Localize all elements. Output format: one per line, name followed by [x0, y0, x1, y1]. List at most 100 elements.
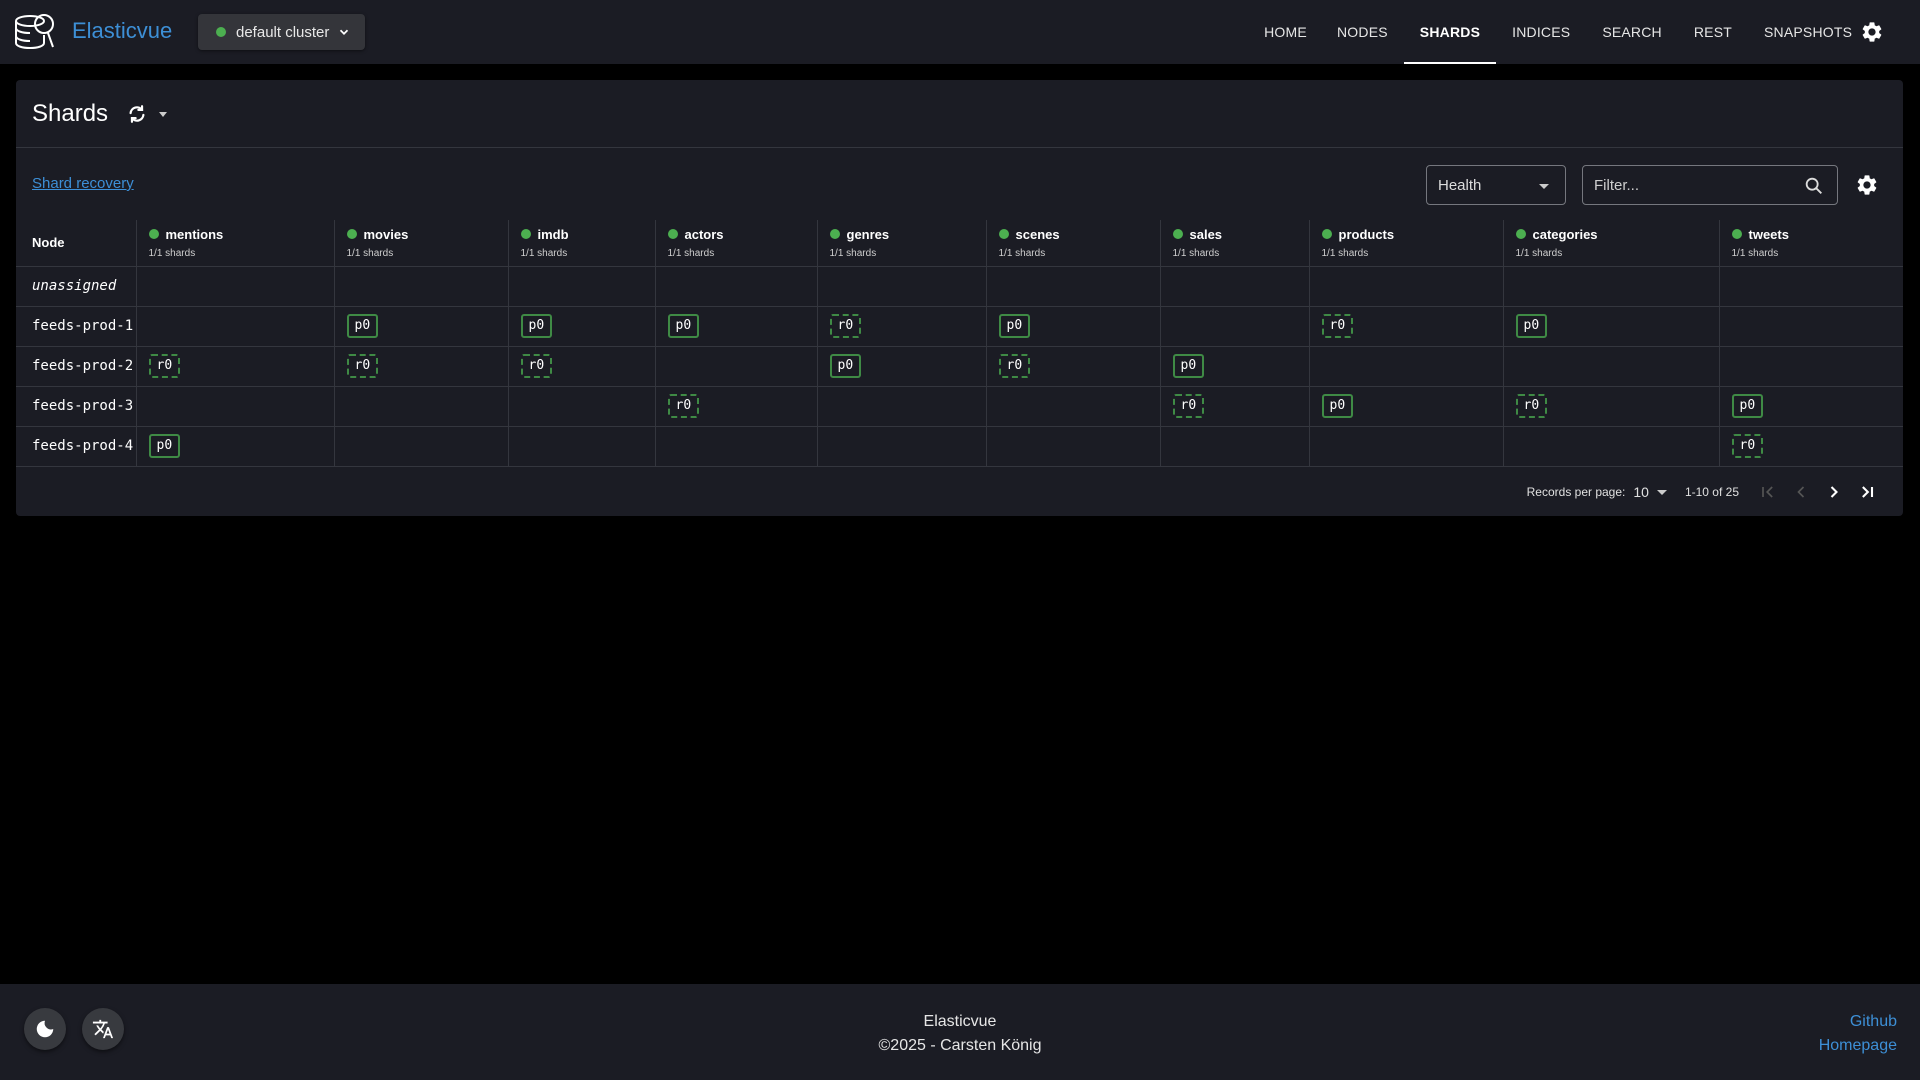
primary-shard-badge[interactable]: p0	[1321, 394, 1354, 418]
index-shard-count: 1/1 shards	[998, 247, 1046, 259]
primary-shard-badge[interactable]: p0	[829, 354, 862, 378]
records-per-page-value: 10	[1633, 484, 1649, 500]
health-select[interactable]: Health	[1426, 165, 1566, 205]
shard-cell	[334, 426, 509, 467]
shard-cell: p0	[1719, 386, 1903, 427]
index-health-icon	[148, 229, 159, 240]
index-health-icon	[346, 229, 357, 240]
index-shard-count: 1/1 shards	[829, 247, 877, 259]
homepage-link[interactable]: Homepage	[1819, 1034, 1897, 1058]
shard-cell: r0	[1160, 386, 1310, 427]
records-per-page-select[interactable]: 10	[1633, 484, 1667, 500]
replica-shard-badge[interactable]: r0	[148, 354, 181, 378]
shard-cell: p0	[986, 306, 1161, 347]
first-page-button[interactable]	[1751, 476, 1784, 509]
index-name: movies	[346, 226, 508, 242]
index-column-header: mentions 1/1 shards	[136, 220, 335, 267]
elasticvue-logo-icon[interactable]	[13, 9, 59, 55]
shard-cell	[817, 386, 987, 427]
cluster-name: default cluster	[236, 23, 330, 41]
table-row: feeds-prod-4 p0 r0	[16, 426, 1903, 467]
cluster-status-icon	[216, 27, 226, 37]
cluster-selector[interactable]: default cluster	[198, 14, 365, 50]
filter-input[interactable]	[1594, 166, 1794, 204]
refresh-icon[interactable]	[126, 103, 148, 125]
filter-field[interactable]	[1582, 165, 1838, 205]
index-health-icon	[1731, 229, 1742, 240]
index-health-icon	[667, 229, 678, 240]
shard-cell: p0	[655, 306, 818, 347]
caret-down-icon[interactable]	[156, 107, 170, 121]
search-icon	[1805, 177, 1822, 194]
table-row: feeds-prod-3 r0 r0 p0 r0 p0	[16, 386, 1903, 427]
shard-cell	[1719, 266, 1903, 307]
nav-nodes[interactable]: NODES	[1321, 0, 1404, 64]
nav-indices[interactable]: INDICES	[1496, 0, 1586, 64]
caret-down-icon	[1539, 184, 1549, 189]
index-health-icon	[998, 229, 1009, 240]
nav-rest[interactable]: REST	[1678, 0, 1748, 64]
index-column-header: genres 1/1 shards	[817, 220, 987, 267]
nav-snapshots[interactable]: SNAPSHOTS	[1748, 0, 1868, 64]
shard-recovery-link[interactable]: Shard recovery	[32, 175, 134, 192]
index-shard-count: 1/1 shards	[1321, 247, 1369, 259]
nav-search[interactable]: SEARCH	[1586, 0, 1678, 64]
replica-shard-badge[interactable]: r0	[346, 354, 379, 378]
primary-shard-badge[interactable]: p0	[998, 314, 1031, 338]
primary-shard-badge[interactable]: p0	[520, 314, 553, 338]
index-shard-count: 1/1 shards	[1172, 247, 1220, 259]
index-name: categories	[1515, 227, 1719, 242]
shard-cell	[986, 386, 1161, 427]
shard-cell	[655, 346, 818, 387]
table-settings-gear-icon[interactable]	[1855, 173, 1879, 197]
footer: Elasticvue ©2025 - Carsten König Github …	[0, 984, 1920, 1080]
first-page-icon	[1761, 486, 1773, 498]
table-header-row: Node mentions 1/1 shards movies 1/1 shards i…	[16, 220, 1904, 267]
primary-shard-badge[interactable]: p0	[667, 314, 700, 338]
next-page-button[interactable]	[1817, 476, 1850, 509]
shard-cell: r0	[1309, 306, 1504, 347]
index-name-label: sales	[1189, 226, 1223, 242]
replica-shard-badge[interactable]: r0	[667, 394, 700, 418]
nav-home[interactable]: HOME	[1250, 0, 1321, 64]
index-name: tweets	[1731, 227, 1904, 242]
previous-page-button[interactable]	[1784, 476, 1817, 509]
last-page-button[interactable]	[1850, 476, 1883, 509]
brand-link[interactable]: Elasticvue	[72, 18, 172, 44]
index-health-icon	[829, 229, 840, 240]
replica-shard-badge[interactable]: r0	[1321, 314, 1354, 338]
footer-links: Github Homepage	[1819, 1010, 1897, 1058]
index-name: imdb	[520, 227, 655, 242]
primary-shard-badge[interactable]: p0	[148, 434, 181, 458]
primary-shard-badge[interactable]: p0	[346, 314, 379, 338]
replica-shard-badge[interactable]: r0	[1515, 394, 1548, 418]
index-name: products	[1321, 227, 1503, 242]
shard-cell: p0	[1160, 346, 1310, 387]
table-row: unassigned	[16, 266, 1903, 307]
index-column-header: actors 1/1 shards	[655, 220, 818, 267]
shard-cell	[508, 386, 656, 427]
table-row: feeds-prod-1 p0 p0 p0 r0 p0 r0 p0	[16, 306, 1903, 347]
shard-cell	[1160, 426, 1310, 467]
health-select-value: Health	[1438, 176, 1482, 194]
replica-shard-badge[interactable]: r0	[829, 314, 862, 338]
primary-shard-badge[interactable]: p0	[1515, 314, 1548, 338]
footer-copyright: ©2025 - Carsten König	[878, 1037, 1042, 1054]
github-link[interactable]: Github	[1819, 1010, 1897, 1034]
shard-cell	[1309, 426, 1504, 467]
replica-shard-badge[interactable]: r0	[998, 354, 1031, 378]
nav-shards[interactable]: SHARDS	[1403, 0, 1497, 64]
index-name-label: movies	[363, 226, 409, 242]
page-title: Shards	[32, 99, 109, 127]
shard-cell	[1719, 346, 1903, 387]
replica-shard-badge[interactable]: r0	[1731, 434, 1764, 458]
index-name: genres	[829, 227, 986, 242]
caret-down-icon	[1656, 490, 1667, 495]
card-header: Shards	[16, 80, 1903, 148]
gear-icon[interactable]	[1860, 20, 1884, 44]
replica-shard-badge[interactable]: r0	[520, 354, 553, 378]
replica-shard-badge[interactable]: r0	[1172, 394, 1205, 418]
primary-shard-badge[interactable]: p0	[1172, 354, 1205, 378]
index-health-icon	[1321, 229, 1332, 240]
primary-shard-badge[interactable]: p0	[1731, 394, 1764, 418]
